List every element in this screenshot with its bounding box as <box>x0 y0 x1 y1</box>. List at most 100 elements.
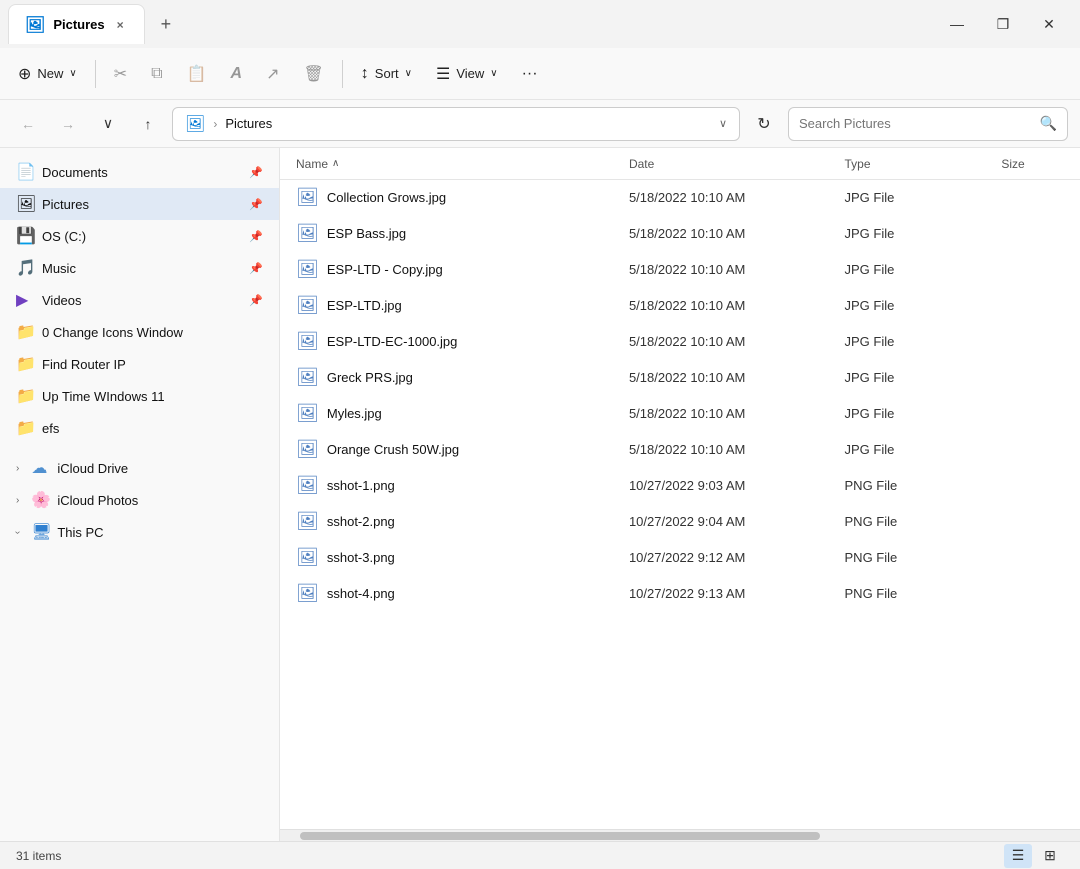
videos-pin-icon: 📌 <box>249 294 263 307</box>
minimize-button[interactable]: — <box>934 8 980 40</box>
column-date[interactable]: Date <box>621 157 837 171</box>
rename-button[interactable]: A <box>221 54 253 94</box>
sidebar-item-find-router[interactable]: 📁 Find Router IP <box>0 348 279 380</box>
file-name-cell: 🖼 Myles.jpg <box>288 403 621 424</box>
tab-title: Pictures <box>53 17 104 32</box>
table-row[interactable]: 🖼 sshot-4.png 10/27/2022 9:13 AM PNG Fil… <box>280 576 1080 612</box>
table-row[interactable]: 🖼 sshot-3.png 10/27/2022 9:12 AM PNG Fil… <box>280 540 1080 576</box>
maximize-button[interactable]: ❐ <box>980 8 1026 40</box>
cut-button[interactable]: ✂ <box>104 54 137 94</box>
file-type-icon: 🖼 <box>296 367 319 388</box>
documents-icon: 📄 <box>16 162 34 182</box>
file-type-cell: JPG File <box>837 442 994 457</box>
tab-close-button[interactable]: × <box>113 16 128 34</box>
sidebar-item-icloud-drive[interactable]: › ☁ iCloud Drive <box>0 452 279 484</box>
recent-locations-button[interactable]: ∨ <box>92 108 124 140</box>
file-date-cell: 5/18/2022 10:10 AM <box>621 406 837 421</box>
share-button[interactable]: ↗ <box>256 54 289 94</box>
column-size[interactable]: Size <box>993 157 1072 171</box>
address-path[interactable]: 🖼 › Pictures ∨ <box>172 107 740 141</box>
file-name-cell: 🖼 Orange Crush 50W.jpg <box>288 439 621 460</box>
sidebar-item-find-router-label: Find Router IP <box>42 357 126 372</box>
sidebar-item-videos[interactable]: ▶ Videos 📌 <box>0 284 279 316</box>
column-name-label: Name <box>296 157 328 171</box>
forward-button[interactable]: → <box>52 108 84 140</box>
table-row[interactable]: 🖼 Greck PRS.jpg 5/18/2022 10:10 AM JPG F… <box>280 360 1080 396</box>
column-type-label: Type <box>845 157 871 171</box>
list-view-button[interactable]: ☰ <box>1004 844 1032 868</box>
table-row[interactable]: 🖼 Orange Crush 50W.jpg 5/18/2022 10:10 A… <box>280 432 1080 468</box>
sidebar-item-this-pc[interactable]: › 🖥 This PC <box>0 516 279 548</box>
file-type-cell: JPG File <box>837 226 994 241</box>
table-row[interactable]: 🖼 ESP Bass.jpg 5/18/2022 10:10 AM JPG Fi… <box>280 216 1080 252</box>
sort-icon: ↕ <box>361 65 369 83</box>
search-box[interactable]: 🔍 <box>788 107 1068 141</box>
more-button[interactable]: ··· <box>512 54 548 94</box>
file-type-icon: 🖼 <box>296 295 319 316</box>
find-router-folder-icon: 📁 <box>16 354 34 374</box>
sidebar-item-change-icons[interactable]: 📁 0 Change Icons Window <box>0 316 279 348</box>
file-name-text: ESP-LTD-EC-1000.jpg <box>327 334 458 349</box>
path-folder-icon: 🖼 <box>185 114 205 134</box>
file-type-icon: 🖼 <box>296 187 319 208</box>
sidebar-item-pictures[interactable]: 🖼 Pictures 📌 <box>0 188 279 220</box>
documents-pin-icon: 📌 <box>249 166 263 179</box>
delete-button[interactable]: 🗑 <box>293 54 333 94</box>
file-date-cell: 5/18/2022 10:10 AM <box>621 190 837 205</box>
file-name-text: sshot-1.png <box>327 478 395 493</box>
table-row[interactable]: 🖼 sshot-1.png 10/27/2022 9:03 AM PNG Fil… <box>280 468 1080 504</box>
table-row[interactable]: 🖼 Myles.jpg 5/18/2022 10:10 AM JPG File <box>280 396 1080 432</box>
table-row[interactable]: 🖼 sshot-2.png 10/27/2022 9:04 AM PNG Fil… <box>280 504 1080 540</box>
paste-button[interactable]: 📋 <box>177 54 217 94</box>
close-button[interactable]: ✕ <box>1026 8 1072 40</box>
sidebar-item-icloud-drive-label: iCloud Drive <box>57 461 128 476</box>
file-name-text: ESP Bass.jpg <box>327 226 406 241</box>
table-row[interactable]: 🖼 Collection Grows.jpg 5/18/2022 10:10 A… <box>280 180 1080 216</box>
file-date-cell: 5/18/2022 10:10 AM <box>621 442 837 457</box>
list-view-icon: ☰ <box>1012 847 1025 864</box>
active-tab[interactable]: 🖼 Pictures × <box>8 4 145 44</box>
file-name-cell: 🖼 sshot-2.png <box>288 511 621 532</box>
sidebar-item-documents[interactable]: 📄 Documents 📌 <box>0 156 279 188</box>
sidebar-item-uptime-label: Up Time WIndows 11 <box>42 389 165 404</box>
table-row[interactable]: 🖼 ESP-LTD.jpg 5/18/2022 10:10 AM JPG Fil… <box>280 288 1080 324</box>
column-type[interactable]: Type <box>837 157 994 171</box>
file-type-icon: 🖼 <box>296 511 319 532</box>
new-tab-button[interactable]: + <box>153 10 180 39</box>
file-type-icon: 🖼 <box>296 547 319 568</box>
file-type-cell: JPG File <box>837 370 994 385</box>
horizontal-scrollbar[interactable] <box>280 829 1080 841</box>
this-pc-icon: 🖥 <box>31 522 49 542</box>
sort-ascending-icon: ∧ <box>332 158 339 169</box>
up-button[interactable]: ↑ <box>132 108 164 140</box>
item-count: 31 items <box>16 849 61 863</box>
sidebar-item-uptime[interactable]: 📁 Up Time WIndows 11 <box>0 380 279 412</box>
sidebar-item-osc[interactable]: 💾 OS (C:) 📌 <box>0 220 279 252</box>
column-size-label: Size <box>1001 157 1024 171</box>
icloud-drive-expand-icon: › <box>16 463 19 474</box>
table-row[interactable]: 🖼 ESP-LTD-EC-1000.jpg 5/18/2022 10:10 AM… <box>280 324 1080 360</box>
sidebar-item-efs[interactable]: 📁 efs <box>0 412 279 444</box>
refresh-button[interactable]: ↻ <box>748 108 780 140</box>
copy-button[interactable]: ⧉ <box>141 54 172 94</box>
sort-dropdown-icon: ∨ <box>405 68 412 79</box>
share-icon: ↗ <box>266 64 279 84</box>
new-button[interactable]: ⊕ New ∨ <box>8 54 87 94</box>
view-button[interactable]: ☰ View ∨ <box>426 54 508 94</box>
table-row[interactable]: 🖼 ESP-LTD - Copy.jpg 5/18/2022 10:10 AM … <box>280 252 1080 288</box>
efs-folder-icon: 📁 <box>16 418 34 438</box>
horizontal-scrollbar-thumb[interactable] <box>300 832 820 840</box>
grid-view-button[interactable]: ⊞ <box>1036 844 1064 868</box>
title-bar-left: 🖼 Pictures × + <box>8 4 934 44</box>
music-icon: 🎵 <box>16 258 34 278</box>
search-input[interactable] <box>799 116 1034 131</box>
sort-button[interactable]: ↕ Sort ∨ <box>351 54 422 94</box>
file-name-cell: 🖼 ESP-LTD-EC-1000.jpg <box>288 331 621 352</box>
sidebar-item-icloud-photos[interactable]: › 🌸 iCloud Photos <box>0 484 279 516</box>
file-name-text: ESP-LTD - Copy.jpg <box>327 262 443 277</box>
back-button[interactable]: ← <box>12 108 44 140</box>
title-bar: 🖼 Pictures × + — ❐ ✕ <box>0 0 1080 48</box>
file-date-cell: 5/18/2022 10:10 AM <box>621 262 837 277</box>
sidebar-item-music[interactable]: 🎵 Music 📌 <box>0 252 279 284</box>
column-name[interactable]: Name ∧ <box>288 157 621 171</box>
